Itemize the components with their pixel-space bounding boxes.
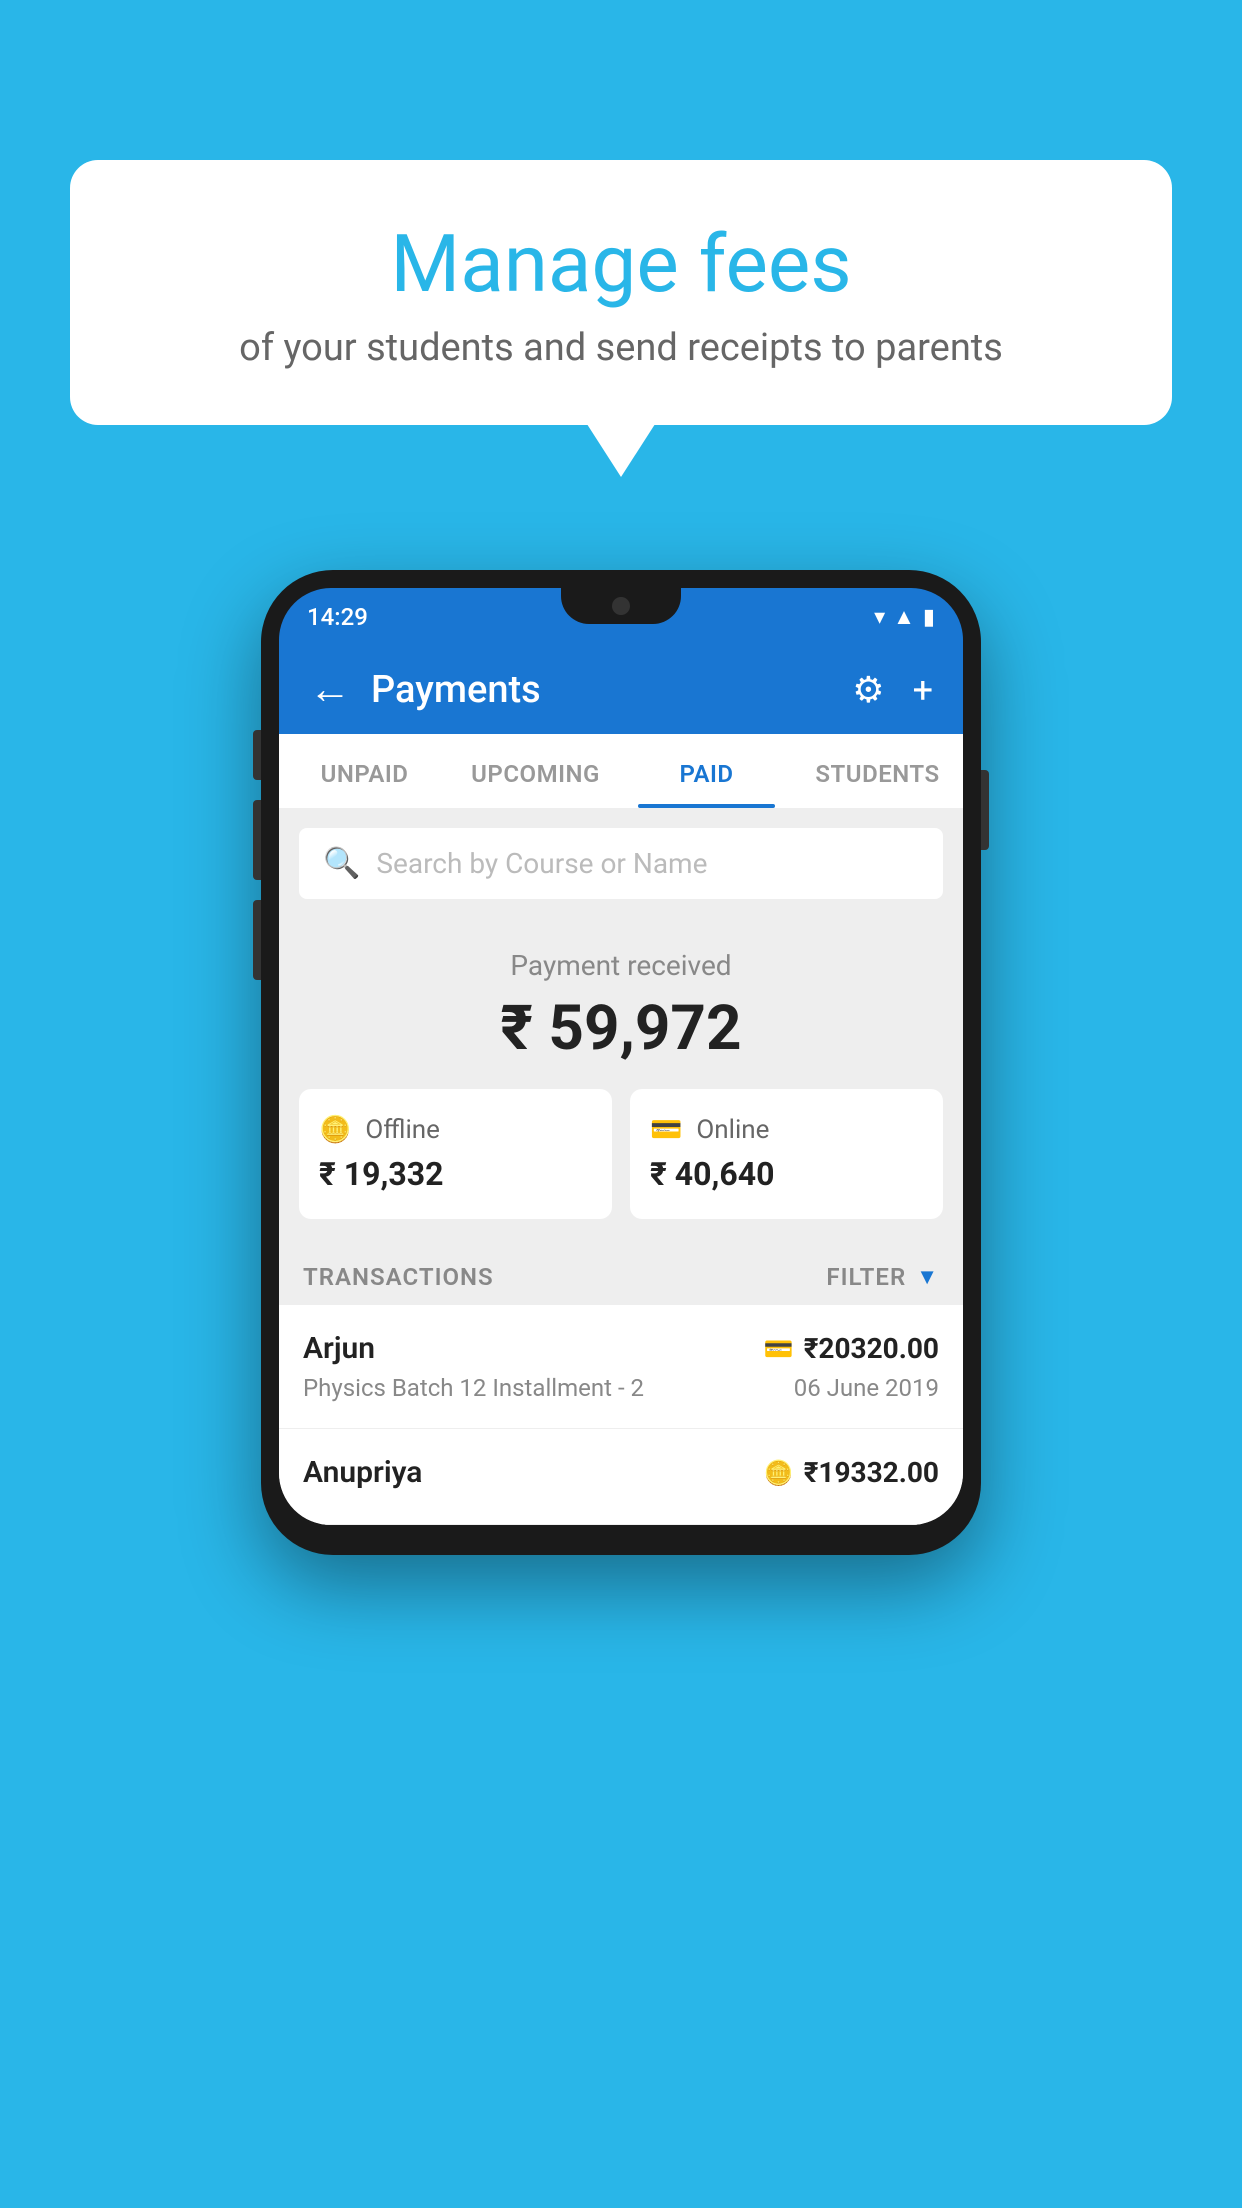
camera [612,597,630,615]
online-label: Online [696,1115,769,1145]
offline-label: Offline [365,1115,440,1145]
transaction-amount: 💳 ₹20320.00 [764,1332,939,1365]
app-bar-left: ← Payments [309,668,541,712]
status-icons: ▾ ▲ ▮ [874,604,935,630]
offline-card-header: 🪙 Offline [319,1115,592,1145]
payment-received-label: Payment received [299,949,943,982]
online-amount: ₹ 40,640 [650,1155,923,1193]
wifi-icon: ▾ [874,605,885,630]
phone-mockup: 14:29 ▾ ▲ ▮ ← Payments ⚙ + [261,570,981,1555]
online-card: 💳 Online ₹ 40,640 [630,1089,943,1219]
app-bar: ← Payments ⚙ + [279,646,963,734]
offline-amount: ₹ 19,332 [319,1155,592,1193]
speech-bubble: Manage fees of your students and send re… [70,160,1172,425]
phone-notch [561,588,681,624]
search-input[interactable]: Search by Course or Name [376,847,707,880]
search-icon: 🔍 [323,846,360,881]
course-info: Physics Batch 12 Installment - 2 [303,1374,644,1402]
offline-payment-icon: 🪙 [764,1459,794,1487]
student-name: Arjun [303,1331,375,1366]
app-bar-title: Payments [371,668,541,712]
signal-icon: ▲ [893,604,915,630]
payment-total: ₹ 59,972 [299,992,943,1065]
power-button [981,770,989,850]
phone-body: 14:29 ▾ ▲ ▮ ← Payments ⚙ + [261,570,981,1555]
transaction-date: 06 June 2019 [794,1374,939,1402]
silent-button [253,730,261,780]
transactions-header: TRANSACTIONS FILTER ▼ [279,1243,963,1305]
filter-label: FILTER [826,1263,906,1291]
payment-summary: Payment received ₹ 59,972 🪙 Offline ₹ 19… [279,917,963,1243]
bubble-subtitle: of your students and send receipts to pa… [120,326,1122,370]
transaction-top: Arjun 💳 ₹20320.00 [303,1331,939,1366]
volume-up-button [253,800,261,880]
transaction-top: Anupriya 🪙 ₹19332.00 [303,1455,939,1490]
battery-icon: ▮ [923,605,935,630]
tabs-bar: UNPAID UPCOMING PAID STUDENTS [279,734,963,810]
phone-screen: ← Payments ⚙ + UNPAID UPCOMING PAID [279,646,963,1525]
volume-down-button [253,900,261,980]
search-bar-wrapper: 🔍 Search by Course or Name [279,810,963,917]
tab-paid[interactable]: PAID [621,734,792,808]
online-card-header: 💳 Online [650,1115,923,1145]
tab-upcoming[interactable]: UPCOMING [450,734,621,808]
amount-value: ₹20320.00 [804,1332,939,1365]
tab-unpaid[interactable]: UNPAID [279,734,450,808]
transaction-row[interactable]: Anupriya 🪙 ₹19332.00 [279,1429,963,1525]
student-name: Anupriya [303,1455,422,1490]
online-icon: 💳 [650,1115,682,1145]
filter-button[interactable]: FILTER ▼ [826,1263,939,1291]
card-payment-icon: 💳 [764,1335,794,1363]
transaction-amount: 🪙 ₹19332.00 [764,1456,939,1489]
transaction-bottom: Physics Batch 12 Installment - 2 06 June… [303,1374,939,1402]
transaction-row[interactable]: Arjun 💳 ₹20320.00 Physics Batch 12 Insta… [279,1305,963,1429]
app-bar-right: ⚙ + [852,669,933,711]
settings-icon[interactable]: ⚙ [852,669,884,711]
status-time: 14:29 [307,603,368,631]
back-button[interactable]: ← [309,669,351,711]
bubble-title: Manage fees [120,220,1122,308]
payment-cards: 🪙 Offline ₹ 19,332 💳 Online ₹ 40,640 [299,1089,943,1219]
offline-card: 🪙 Offline ₹ 19,332 [299,1089,612,1219]
status-bar: 14:29 ▾ ▲ ▮ [279,588,963,646]
add-icon[interactable]: + [913,669,933,711]
amount-value: ₹19332.00 [804,1456,939,1489]
transactions-label: TRANSACTIONS [303,1263,494,1291]
filter-icon: ▼ [916,1264,939,1290]
tab-students[interactable]: STUDENTS [792,734,963,808]
search-bar[interactable]: 🔍 Search by Course or Name [299,828,943,899]
offline-icon: 🪙 [319,1115,351,1145]
